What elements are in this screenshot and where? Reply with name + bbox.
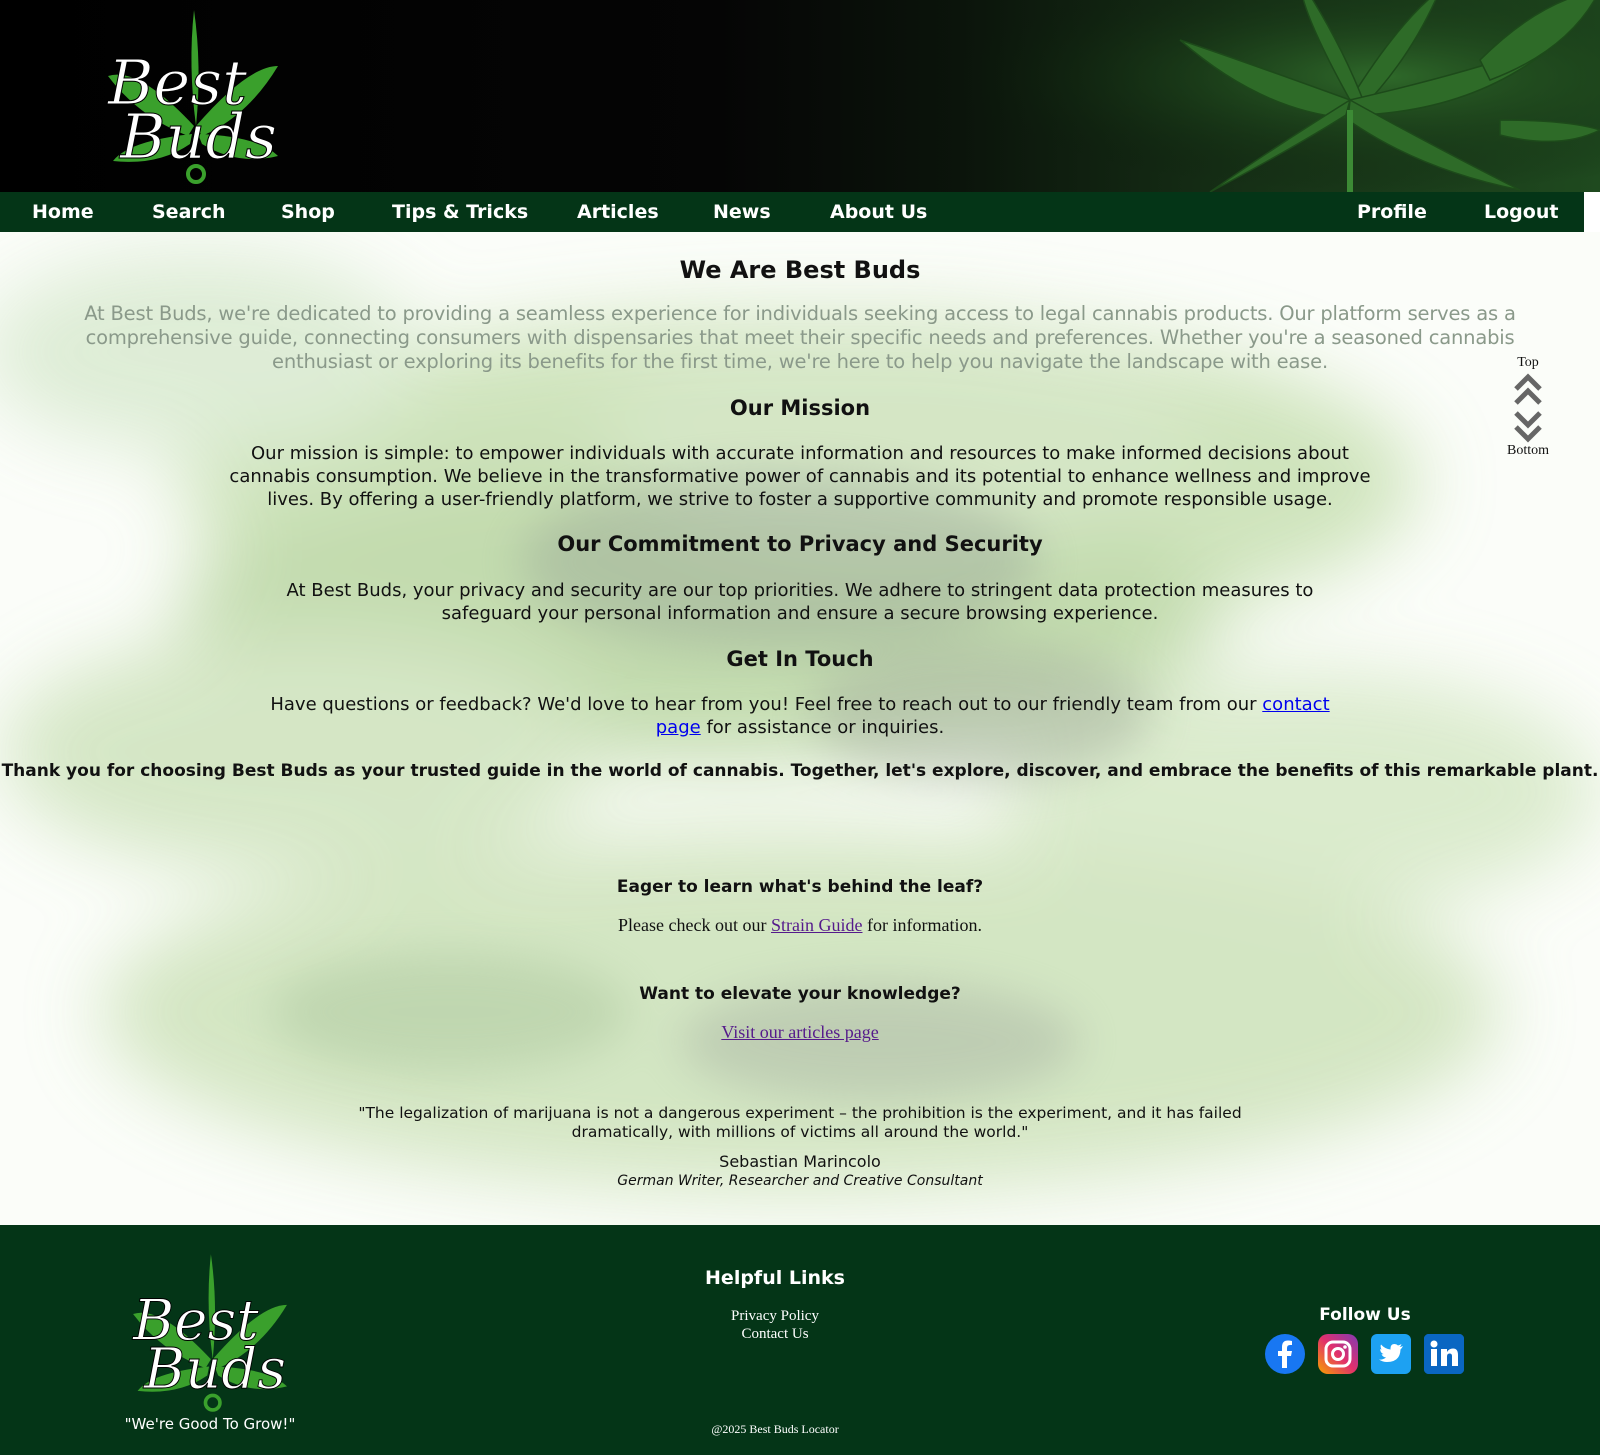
- strain-guide-link[interactable]: Strain Guide: [771, 915, 863, 935]
- footer-logo[interactable]: Best Buds: [124, 1249, 296, 1417]
- strain-text-before: Please check out our: [618, 915, 771, 935]
- quote-role: German Writer, Researcher and Creative C…: [617, 1173, 983, 1189]
- strain-text-after: for information.: [862, 915, 982, 935]
- quote-text: "The legalization of marijuana is not a …: [358, 1104, 1242, 1141]
- svg-text:Buds: Buds: [119, 100, 277, 173]
- best-buds-logo[interactable]: Best Buds: [98, 6, 288, 188]
- nav-tips-tricks[interactable]: Tips & Tricks: [392, 192, 528, 232]
- contact-text: Have questions or feedback? We'd love to…: [250, 693, 1350, 739]
- contact-text-after: for assistance or inquiries.: [700, 717, 945, 738]
- nav-home[interactable]: Home: [32, 192, 94, 232]
- thank-you-text: Thank you for choosing Best Buds as your…: [1, 761, 1599, 781]
- contact-text-before: Have questions or feedback? We'd love to…: [270, 694, 1263, 715]
- scroll-top-label: Top: [1517, 355, 1539, 370]
- svg-text:Buds: Buds: [143, 1337, 286, 1402]
- nav-articles[interactable]: Articles: [577, 192, 659, 232]
- nav-shop[interactable]: Shop: [281, 192, 335, 232]
- header-banner: Best Buds: [0, 0, 1600, 192]
- contact-us-link[interactable]: Contact Us: [680, 1325, 870, 1343]
- follow-us-heading: Follow Us: [1319, 1305, 1411, 1325]
- twitter-icon[interactable]: [1370, 1333, 1412, 1375]
- page-title: We Are Best Buds: [679, 256, 921, 284]
- strain-guide-text: Please check out our Strain Guide for in…: [0, 914, 1600, 937]
- articles-page-link[interactable]: Visit our articles page: [721, 1022, 878, 1042]
- scroll-down-icon[interactable]: [1513, 409, 1543, 443]
- cannabis-leaf-photo: [880, 0, 1600, 192]
- mission-text: Our mission is simple: to empower indivi…: [229, 443, 1371, 510]
- nav-logout[interactable]: Logout: [1484, 192, 1558, 232]
- main-nav: Home Search Shop Tips & Tricks Articles …: [0, 192, 1584, 232]
- intro-text: At Best Buds, we're dedicated to providi…: [84, 302, 1516, 373]
- knowledge-heading: Want to elevate your knowledge?: [639, 984, 961, 1004]
- scroll-bottom-label: Bottom: [1506, 443, 1549, 458]
- site-footer: Best Buds "We're Good To Grow!" Helpful …: [0, 1225, 1600, 1455]
- nav-search[interactable]: Search: [152, 192, 226, 232]
- linkedin-icon[interactable]: [1423, 1333, 1465, 1375]
- privacy-heading: Our Commitment to Privacy and Security: [557, 532, 1043, 556]
- mission-heading: Our Mission: [729, 396, 871, 420]
- privacy-policy-link[interactable]: Privacy Policy: [680, 1307, 870, 1325]
- leaf-heading: Eager to learn what's behind the leaf?: [616, 877, 984, 897]
- nav-profile[interactable]: Profile: [1357, 192, 1427, 232]
- instagram-icon[interactable]: [1317, 1333, 1359, 1375]
- contact-heading: Get In Touch: [726, 647, 874, 671]
- nav-news[interactable]: News: [713, 192, 771, 232]
- footer-tagline: "We're Good To Grow!": [124, 1415, 296, 1433]
- privacy-text: At Best Buds, your privacy and security …: [286, 580, 1314, 624]
- scroll-widget: Top Bottom: [1500, 355, 1556, 465]
- nav-about-us[interactable]: About Us: [830, 192, 927, 232]
- copyright-text: @2025 Best Buds Locator: [711, 1422, 839, 1436]
- facebook-icon[interactable]: [1264, 1333, 1306, 1375]
- helpful-links-heading: Helpful Links: [705, 1267, 845, 1289]
- about-main: We Are Best Buds At Best Buds, we're ded…: [0, 232, 1600, 1225]
- helpful-links: Privacy Policy Contact Us: [680, 1307, 870, 1343]
- scroll-up-icon[interactable]: [1513, 373, 1543, 407]
